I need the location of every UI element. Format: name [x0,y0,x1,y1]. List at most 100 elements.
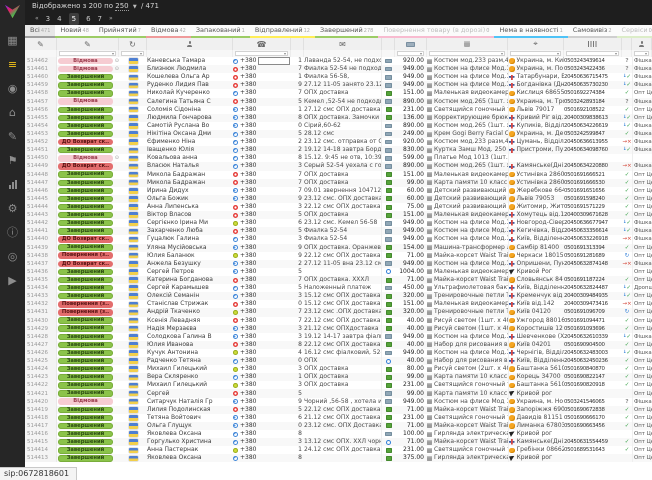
delivery-address[interactable]: Київ, Відділенн [508,357,564,365]
delivery-address[interactable]: Камянське(Дні [508,438,564,446]
filter-flag[interactable]: ▾ [119,50,147,57]
filter-amount[interactable]: ▾ [395,50,427,57]
manager-comment[interactable]: ОПХ доставка [304,381,382,389]
client-name[interactable]: Єфименко Ніна [147,138,233,146]
order-status[interactable]: Завершений [57,73,119,81]
client-name[interactable]: Надія Мерзаєва [147,325,233,333]
filter-status[interactable]: ▾ [57,50,119,57]
product[interactable]: Костюм мод.233 разм,48-58 (1 [427,57,508,65]
manager-comment[interactable]: 22.12 смс ОПХ доставка [304,317,382,325]
delivery-address[interactable]: Баштанка 56101 [508,381,564,389]
manager-comment[interactable]: 16.12 смс фіалковий, 52-54 [304,349,382,357]
manager-comment[interactable]: ОПХ доставка [304,373,382,381]
order-row-514423[interactable]: 514423ЗавершенийВера Скляренко+3801ОПХ д… [25,373,652,381]
filter-box-flag[interactable]: ▾ [121,51,144,56]
manager-comment[interactable]: 21.12 смс ОПХдоставка [304,325,382,333]
tracking-number[interactable]: 0501692274384 [564,89,622,97]
order-status[interactable]: Завершений [57,381,119,389]
client-phone[interactable]: +380 [233,211,291,219]
order-status[interactable]: Завершений [57,195,119,203]
manager-comment[interactable]: 13.12 смс ОПХ. ХХЛ чорний [304,438,382,446]
stats-icon[interactable] [0,172,25,196]
manager-comment[interactable]: 09.01 звернення 10471203 04 [304,187,382,195]
client-phone[interactable]: +380 [233,389,291,397]
product[interactable]: Майка-корсет Waist Trainer *142 [427,406,508,414]
client-phone[interactable]: +380 [233,227,291,235]
client-name[interactable]: Анна Пастернак [147,446,233,454]
manager-comment[interactable]: 22.12 смс ОПХ доставка. ХХЛ [304,252,382,260]
client-phone[interactable]: +380 [233,317,291,325]
filter-phone[interactable]: ▾ [233,50,291,57]
product[interactable]: Светящийся гоночный трек Ма [427,381,508,389]
product[interactable]: Маленькая видеокамера SQ8 * [427,300,508,308]
client-name[interactable]: Уляна Мусійовська [147,244,233,252]
filter-city[interactable]: ▾ [508,50,564,57]
order-row-514422[interactable]: 514422ЗавершенийМихаил Гилецький+3803ОПХ… [25,381,652,389]
order-row-514435[interactable]: 514435ЗавершенийКатерина Богданова+3807О… [25,276,652,284]
product[interactable]: Майка-корсет Waist Trainer *142 [427,276,508,284]
client-name[interactable]: Яковлева Оксана [147,430,233,438]
delivery-address[interactable]: Опришени, Пун [508,260,564,268]
tracking-number[interactable]: 20450632874148 [564,260,622,268]
product[interactable]: Майка-корсет Waist Trainer *142 [427,438,508,446]
client-name[interactable]: Соломія Сідоніна [147,106,233,114]
product[interactable]: Тренировочные петли TRX Train [427,292,508,300]
order-status[interactable]: Завершений [57,268,119,276]
client-phone[interactable]: +380 [233,292,291,300]
manager-comment[interactable]: 27.12 11-05 вна 23.12 смс. 19 [304,260,382,268]
client-name[interactable]: Тетяна Войтович [147,414,233,422]
tracking-number[interactable]: 0501691571229 [564,203,622,211]
delivery-address[interactable]: Житомир, Жито [508,203,564,211]
order-row-514430[interactable]: 514430ЗавершенийКсенія Левадняя+380722.1… [25,317,652,325]
tracking-number[interactable]: 0501691651656 [564,187,622,195]
delivery-address[interactable] [508,154,564,162]
delivery-address[interactable]: Хомутець від.1 [508,211,564,219]
client-name[interactable]: Михаил Гилецький [147,365,233,373]
client-name[interactable]: Горгулько Христина [147,438,233,446]
manager-comment[interactable]: 22.12 смс ОПХ доставка [304,341,382,349]
client-phone[interactable]: +380 [233,114,291,122]
order-row-514428[interactable]: 514428ЗавершенийСолодкова Галина В+38031… [25,333,652,341]
order-row-514449[interactable]: 514449ДО Возврат ск..Власюк Наталья+3803… [25,162,652,170]
order-status[interactable]: Завершений [57,81,119,89]
tab-Нема в наявності[interactable]: Нема в наявності1 [494,25,567,38]
manager-comment[interactable]: Фиалка 52-54 [304,235,382,243]
page-5[interactable]: 5 [69,13,79,25]
delivery-address[interactable]: Корець 34700 [508,373,564,381]
order-status[interactable]: Завершений [57,171,119,179]
product[interactable]: Тренировочные петли TRX Train [427,308,508,316]
tracking-number[interactable]: 20450634098760 [564,146,622,154]
order-status[interactable]: Завершений [57,446,119,454]
product[interactable]: Карта памяти 10 класс - 32Гб *1 [427,389,508,397]
delivery-address[interactable]: Татарбунари, Ві [508,73,564,81]
manager-comment[interactable]: 21.12 смс ОПХ доставка [304,414,382,422]
product[interactable]: Рисуй светом (2шт. х 40.00 = 80 [427,365,508,373]
flag-icon[interactable]: ⚑ [0,148,25,172]
app-logo[interactable] [3,3,22,20]
manager-comment[interactable]: Сірий,60-62 [304,122,382,130]
product[interactable]: Карта памяти 10 класс - 32Гб *1 [427,179,508,187]
manager-comment[interactable]: 22.12 смс ОПХ доставка. ХХХЛ [304,406,382,414]
client-name[interactable]: Олексій Семанін [147,292,233,300]
col-header-pay[interactable] [382,38,395,50]
client-phone[interactable]: +380 [233,219,291,227]
product[interactable]: Майка-корсет Waist Trainer *142 [427,252,508,260]
col-header-cnt[interactable] [291,38,304,50]
order-status[interactable]: Завершений [57,276,119,284]
client-phone[interactable]: +380 [233,438,291,446]
tracking-number[interactable]: 0501690822147 [564,373,622,381]
client-name[interactable]: Гуцалюк Галина [147,235,233,243]
tracking-number[interactable]: 20450636677947 [564,219,622,227]
product[interactable]: Светящийся гоночный трек Ма [427,414,508,422]
manager-comment[interactable]: 15.12 смс ОПХ доставка [304,300,382,308]
filter-box-source[interactable]: ▾ [634,51,649,56]
manager-comment[interactable]: 15.12. 9:45 не отв, 10:39 горе в [304,154,382,162]
page-4[interactable]: 4 [57,13,61,25]
delivery-address[interactable]: Кременчук від [508,292,564,300]
order-status[interactable]: Завершений [57,284,119,292]
col-header-id[interactable]: ✎ [25,38,57,50]
tracking-number[interactable]: 0503242893184 [564,98,622,106]
client-name[interactable]: Людмила Гончарова [147,114,233,122]
product[interactable]: Костюм на флисе Мод.1014 (1ш [427,227,508,235]
order-status[interactable]: Завершений [57,454,119,462]
